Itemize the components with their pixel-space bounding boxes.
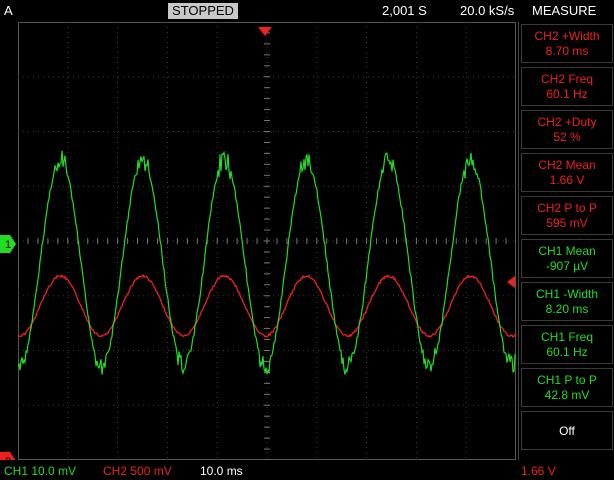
measurement-slot[interactable]: Off xyxy=(521,411,613,450)
trigger-level[interactable]: 1.66 V xyxy=(521,464,556,478)
measurement-value: 8.20 ms xyxy=(545,302,589,316)
ch1-scale[interactable]: CH1 10.0 mV xyxy=(4,464,76,478)
waveform-display[interactable] xyxy=(17,21,517,461)
measurement-slot[interactable]: CH1 P to P 42.8 mV xyxy=(521,368,613,407)
measurement-slot[interactable]: CH2 Freq 60.1 Hz xyxy=(521,67,613,106)
measurement-slot[interactable]: CH1 Mean -907 µV xyxy=(521,239,613,278)
measurement-slot[interactable]: CH2 +Duty 52 % xyxy=(521,110,613,149)
measurement-slot[interactable]: CH1 -Width 8.20 ms xyxy=(521,282,613,321)
footer-bar: CH1 10.0 mV CH2 500 mV 10.0 ms 1.66 V xyxy=(0,460,614,480)
measurement-title: CH1 Mean xyxy=(538,244,596,258)
measurement-title: Off xyxy=(559,424,575,438)
sample-rate: 20.0 kS/s xyxy=(460,3,515,18)
measurement-value: 60.1 Hz xyxy=(546,345,588,359)
run-status-badge[interactable]: STOPPED xyxy=(168,3,238,19)
measurement-value: 1.66 V xyxy=(549,173,585,187)
measurement-panel: CH2 +Width 8.70 ms CH2 Freq 60.1 Hz CH2 +Dut… xyxy=(518,22,614,460)
measurement-slot[interactable]: CH2 Mean 1.66 V xyxy=(521,153,613,192)
ch1-ground-marker[interactable]: 1 xyxy=(0,235,16,253)
measurement-value: -907 µV xyxy=(545,259,589,273)
measurement-value: 8.70 ms xyxy=(545,44,589,58)
measurement-value: 595 mV xyxy=(546,216,588,230)
measurement-title: CH1 -Width xyxy=(535,287,598,301)
measurement-slot[interactable]: CH2 P to P 595 mV xyxy=(521,196,613,235)
measurement-title: CH1 Freq xyxy=(540,330,593,344)
timebase[interactable]: 10.0 ms xyxy=(200,464,243,478)
ch2-scale[interactable]: CH2 500 mV xyxy=(103,464,172,478)
measurement-slot[interactable]: CH2 +Width 8.70 ms xyxy=(521,24,613,63)
measurement-title: CH1 P to P xyxy=(537,373,597,387)
measurement-value: 52 % xyxy=(553,130,581,144)
sample-count: 2,001 S xyxy=(382,3,427,18)
measurement-slot[interactable]: CH1 Freq 60.1 Hz xyxy=(521,325,613,364)
measurement-value: 42.8 mV xyxy=(544,388,590,402)
measure-menu-title[interactable]: MEASURE xyxy=(532,3,596,18)
measurement-title: CH2 P to P xyxy=(537,201,597,215)
measurement-title: CH2 Mean xyxy=(538,158,596,172)
measurement-title: CH2 +Width xyxy=(534,29,600,43)
acquisition-mode: A xyxy=(4,3,13,18)
trigger-level-marker[interactable] xyxy=(503,276,515,288)
graticule xyxy=(17,21,517,461)
ch1-marker-label: 1 xyxy=(5,239,11,251)
measurement-value: 60.1 Hz xyxy=(546,87,588,101)
status-bar: A STOPPED 2,001 S 20.0 kS/s MEASURE xyxy=(0,0,614,22)
measurement-title: CH2 +Duty xyxy=(537,115,597,129)
measurement-title: CH2 Freq xyxy=(540,72,593,86)
trigger-position-marker[interactable] xyxy=(258,27,272,37)
